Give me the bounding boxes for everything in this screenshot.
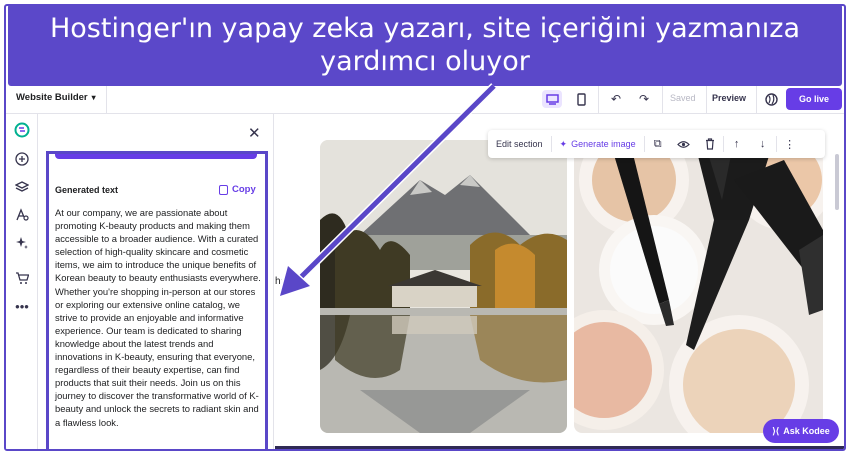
desktop-view-icon[interactable] [542, 90, 562, 108]
ask-kodee-button[interactable]: ⟩⟨ Ask Kodee [763, 419, 839, 443]
hostinger-logo-icon[interactable] [12, 120, 32, 140]
duplicate-icon[interactable]: ⧉ [645, 136, 671, 152]
copy-icon [219, 184, 228, 195]
generate-button-edge[interactable] [55, 154, 257, 159]
sparkle-icon: ✦ [559, 138, 568, 149]
caption-banner: Hostinger'ın yapay zeka yazarı, site içe… [8, 4, 842, 86]
caption-text: Hostinger'ın yapay zeka yazarı, site içe… [49, 13, 801, 77]
generated-text-body[interactable]: At our company, we are passionate about … [55, 206, 263, 429]
generated-text-box: Generated text Copy At our company, we a… [46, 151, 268, 449]
redo-icon[interactable]: ↷ [634, 90, 654, 108]
generated-text-heading: Generated text [55, 185, 119, 195]
close-icon[interactable]: ✕ [248, 124, 261, 142]
trash-icon[interactable] [697, 136, 723, 152]
generate-image-button[interactable]: ✦ Generate image [552, 136, 645, 152]
ai-sparkle-icon[interactable] [12, 233, 32, 253]
more-icon[interactable]: ••• [12, 296, 32, 316]
saved-status: Saved [670, 93, 696, 103]
toolbar-divider [598, 84, 599, 114]
generate-image-label: Generate image [571, 139, 636, 149]
toolbar-divider [706, 84, 707, 114]
edit-section-button[interactable]: Edit section [488, 136, 552, 152]
globe-icon[interactable] [761, 90, 781, 108]
canvas-partial-text[interactable]: hat [275, 276, 289, 287]
chevron-down-icon: ▾ [91, 93, 96, 102]
copy-button[interactable]: Copy [219, 184, 256, 195]
store-icon[interactable] [12, 268, 32, 288]
canvas-scrollbar[interactable] [835, 154, 839, 210]
preview-button[interactable]: Preview [712, 93, 746, 103]
more-options-icon[interactable]: ⋮ [777, 136, 803, 152]
section-bottom-border [275, 446, 844, 449]
move-up-icon[interactable]: ↑ [724, 136, 750, 152]
page-canvas: hat Edit section ✦ Generate image ⧉ ↑ ↓ … [275, 114, 844, 449]
add-icon[interactable] [12, 149, 32, 169]
ask-kodee-label: Ask Kodee [783, 426, 830, 436]
mobile-view-icon[interactable] [571, 90, 591, 108]
editor-sidebar-rail: ••• [6, 114, 38, 449]
go-live-button[interactable]: Go live [786, 88, 842, 110]
cosmetics-powder-image[interactable] [574, 140, 823, 433]
ai-writer-panel: ✕ Generated text Copy At our company, we… [38, 114, 274, 449]
kodee-icon: ⟩⟨ [772, 425, 780, 436]
toolbar-divider [106, 84, 107, 114]
move-down-icon[interactable]: ↓ [750, 136, 776, 152]
styles-icon[interactable] [12, 205, 32, 225]
lake-pavilion-image[interactable] [320, 140, 567, 433]
toolbar-divider [756, 84, 757, 114]
toolbar-divider [662, 84, 663, 114]
visibility-eye-icon[interactable] [671, 136, 697, 152]
editor-topbar: Website Builder ▾ ↶ ↷ Saved Preview Go l… [6, 84, 844, 114]
website-builder-label: Website Builder [16, 92, 88, 103]
undo-icon[interactable]: ↶ [606, 90, 626, 108]
copy-label: Copy [232, 184, 256, 195]
section-toolbar: Edit section ✦ Generate image ⧉ ↑ ↓ ⋮ [488, 130, 825, 158]
layers-icon[interactable] [12, 177, 32, 197]
website-builder-menu[interactable]: Website Builder ▾ [16, 92, 96, 103]
